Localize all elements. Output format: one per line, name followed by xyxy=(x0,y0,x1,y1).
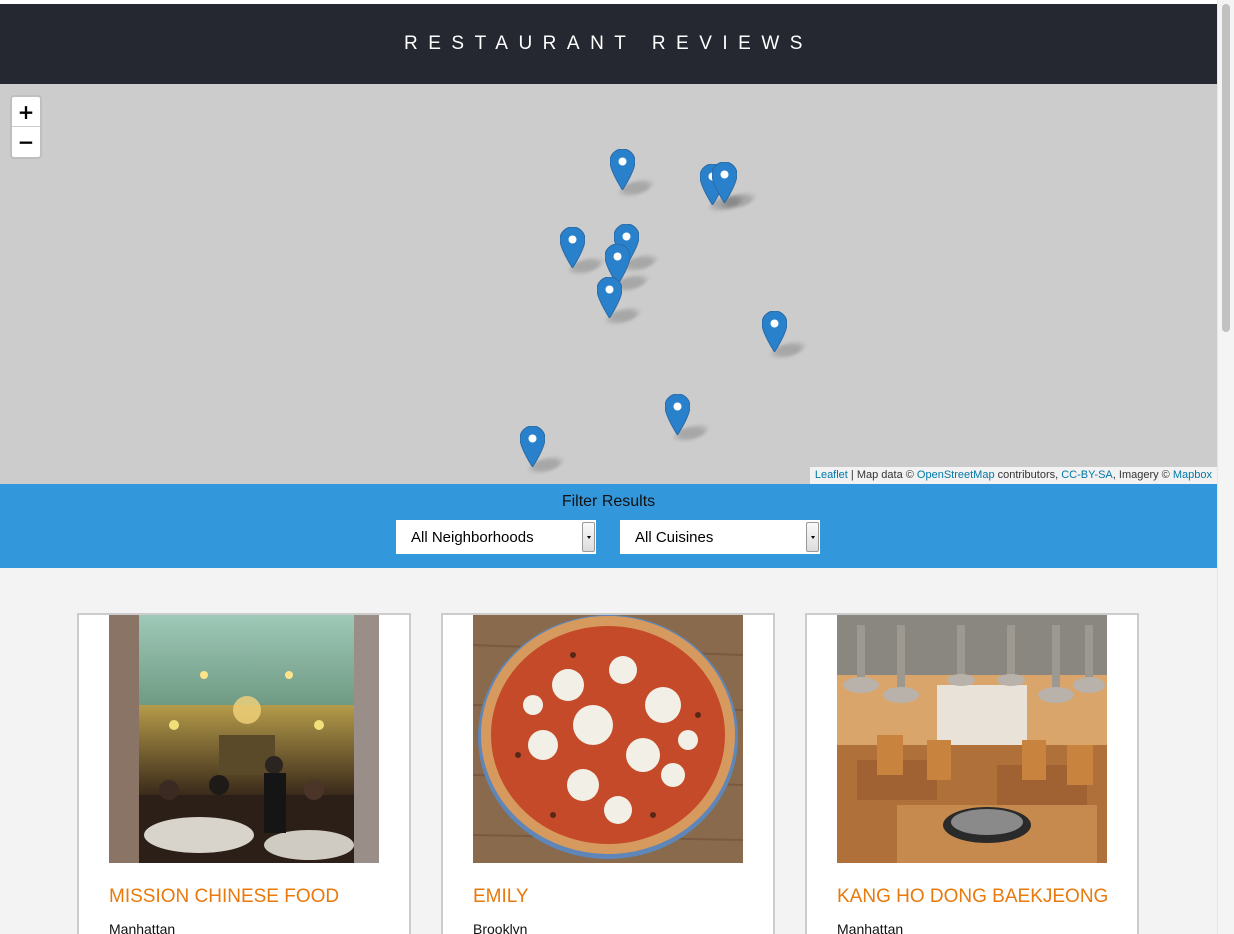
leaflet-link[interactable]: Leaflet xyxy=(815,469,848,481)
neighborhood-select-value: All Neighborhoods xyxy=(411,529,534,546)
map-marker-icon[interactable] xyxy=(762,311,787,352)
page: RESTAURANT REVIEWS + − Leaflet | Map dat… xyxy=(0,0,1217,934)
zoom-out-button[interactable]: − xyxy=(12,127,40,157)
restaurant-name[interactable]: EMILY xyxy=(473,886,529,908)
map[interactable]: + − Leaflet | Map data © OpenStreetMap c… xyxy=(0,84,1217,484)
chevron-down-icon[interactable] xyxy=(806,522,819,552)
cuisine-select[interactable]: All Cuisines xyxy=(620,520,820,554)
restaurant-name[interactable]: KANG HO DONG BAEKJEONG xyxy=(837,886,1108,908)
scrollbar-thumb[interactable] xyxy=(1222,4,1230,332)
restaurant-name[interactable]: MISSION CHINESE FOOD xyxy=(109,886,339,908)
mapbox-link[interactable]: Mapbox xyxy=(1173,469,1212,481)
restaurant-neighborhood: Brooklyn xyxy=(473,921,528,934)
map-marker-icon[interactable] xyxy=(610,149,635,190)
attribution-text-1: | Map data © xyxy=(847,469,917,481)
restaurant-card: EMILY Brooklyn xyxy=(441,613,775,934)
neighborhood-select[interactable]: All Neighborhoods xyxy=(396,520,596,554)
restaurant-photo xyxy=(473,615,743,863)
chevron-down-icon[interactable] xyxy=(582,522,595,552)
vertical-scrollbar[interactable] xyxy=(1217,0,1234,934)
map-marker-icon[interactable] xyxy=(712,162,737,203)
map-attribution: Leaflet | Map data © OpenStreetMap contr… xyxy=(809,467,1217,484)
cuisine-select-value: All Cuisines xyxy=(635,529,714,546)
restaurant-neighborhood: Manhattan xyxy=(837,921,904,934)
map-marker-icon[interactable] xyxy=(665,394,690,435)
site-header: RESTAURANT REVIEWS xyxy=(0,4,1217,84)
zoom-control: + − xyxy=(10,95,42,159)
restaurant-card: MISSION CHINESE FOOD Manhattan xyxy=(77,613,411,934)
restaurant-photo xyxy=(109,615,379,863)
restaurant-card: KANG HO DONG BAEKJEONG Manhattan xyxy=(805,613,1139,934)
restaurant-photo xyxy=(837,615,1107,863)
site-title[interactable]: RESTAURANT REVIEWS xyxy=(404,33,813,55)
openstreetmap-link[interactable]: OpenStreetMap xyxy=(917,469,995,481)
map-marker-icon[interactable] xyxy=(520,426,545,467)
restaurant-neighborhood: Manhattan xyxy=(109,921,176,934)
map-marker-icon[interactable] xyxy=(560,227,585,268)
attribution-text-2: contributors, xyxy=(994,469,1062,481)
filter-title: Filter Results xyxy=(561,493,656,510)
attribution-text-3: , Imagery © xyxy=(1112,469,1173,481)
filter-bar: Filter Results All Neighborhoods All Cui… xyxy=(0,484,1217,568)
zoom-in-button[interactable]: + xyxy=(12,97,40,127)
license-link[interactable]: CC-BY-SA xyxy=(1061,469,1113,481)
map-marker-icon[interactable] xyxy=(597,277,622,318)
